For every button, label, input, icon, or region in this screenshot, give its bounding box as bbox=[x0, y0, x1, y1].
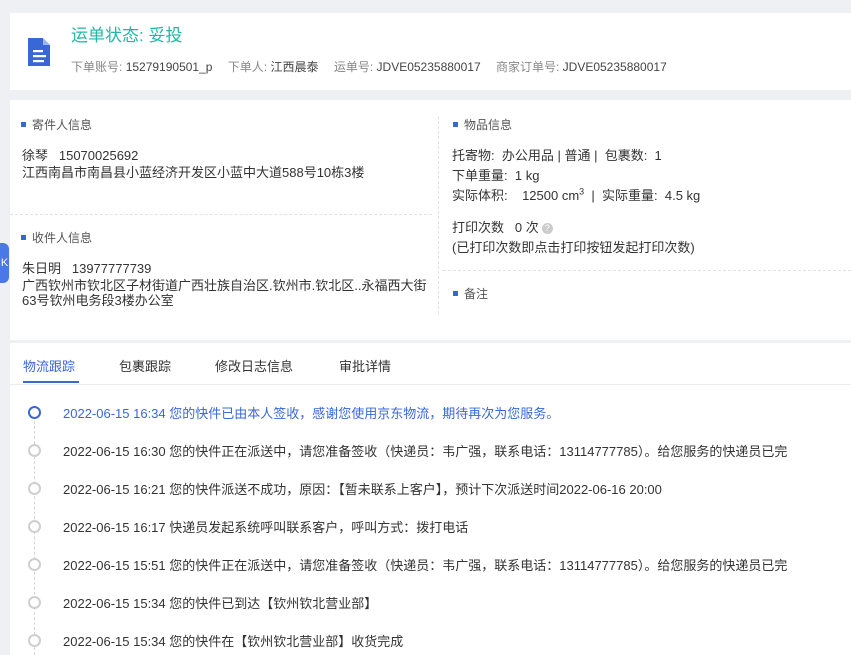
tab-package-tracking[interactable]: 包裹跟踪 bbox=[119, 356, 171, 375]
timeline-item: 2022-06-15 16:21 您的快件派送不成功，原因：【暂未联系上客户】，… bbox=[10, 479, 851, 499]
shipment-info-card: 寄件人信息 徐琴 15070025692 江西南昌市南昌县小蓝经济开发区小蓝中大… bbox=[10, 100, 851, 340]
divider bbox=[443, 270, 851, 271]
print-count-value: 0 次 bbox=[514, 220, 539, 235]
timeline-dot-icon bbox=[28, 520, 41, 533]
sender-section-title: 寄件人信息 bbox=[21, 116, 92, 133]
timeline-dot-icon bbox=[28, 558, 41, 571]
order-weight-line: 下单重量: 1 kg bbox=[452, 168, 540, 183]
actual-weight-value: 4.5 kg bbox=[664, 188, 701, 203]
tab-bar: 物流跟踪 包裹跟踪 修改日志信息 审批详情 bbox=[10, 343, 851, 385]
column-divider bbox=[438, 116, 439, 314]
section-marker-icon bbox=[21, 122, 26, 128]
orderer-label: 下单人: bbox=[227, 60, 268, 74]
goods-section-title: 物品信息 bbox=[453, 116, 512, 133]
document-icon bbox=[28, 38, 50, 66]
sender-phone: 15070025692 bbox=[58, 148, 139, 163]
sender-name: 徐琴 bbox=[22, 148, 49, 163]
tab-logistics-tracking[interactable]: 物流跟踪 bbox=[23, 356, 75, 375]
timeline-dot-icon bbox=[28, 482, 41, 495]
receiver-name: 朱日明 bbox=[22, 261, 62, 276]
receiver-address: 广西钦州市钦北区子材街道广西壮族自治区.钦州市.钦北区..永福西大街63号钦州电… bbox=[22, 278, 427, 308]
timeline-item: 2022-06-15 15:51 您的快件正在派送中，请您准备签收（快递员：韦广… bbox=[10, 555, 851, 575]
tracking-card: 物流跟踪 包裹跟踪 修改日志信息 审批详情 2022-06-15 16:34 您… bbox=[10, 343, 851, 655]
goods-item-line: 托寄物: 办公用品 | 普通 | 包裹数: 1 bbox=[452, 148, 662, 163]
timeline-item: 2022-06-15 16:34 您的快件已由本人签收，感谢您使用京东物流，期待… bbox=[10, 403, 851, 423]
active-tab-indicator bbox=[23, 381, 79, 383]
tab-change-log[interactable]: 修改日志信息 bbox=[215, 356, 293, 375]
volume-weight-line: 实际体积: 12500 cm3 | 实际重量: 4.5 kg bbox=[452, 186, 701, 203]
order-weight-value: 1 kg bbox=[514, 168, 540, 183]
timeline-item: 2022-06-15 15:34 您的快件在【钦州钦北营业部】收货完成 bbox=[10, 631, 851, 651]
receiver-contact: 朱日明 13977777739 bbox=[22, 258, 151, 277]
account-value: 15279190501_p bbox=[125, 60, 213, 74]
timeline-dot-icon bbox=[28, 406, 41, 419]
timeline-item: 2022-06-15 16:17 快递员发起系统呼叫联系客户，呼叫方式：拨打电话 bbox=[10, 517, 851, 537]
waybill-value: JDVE05235880017 bbox=[376, 60, 481, 74]
timeline-item: 2022-06-15 15:34 您的快件已到达【钦州钦北营业部】 bbox=[10, 593, 851, 613]
timeline-dot-icon bbox=[28, 444, 41, 457]
sender-contact: 徐琴 15070025692 bbox=[22, 145, 138, 164]
order-header-card: 运单状态: 妥投 下单账号: 15279190501_p 下单人: 江西晨泰 运… bbox=[10, 13, 851, 90]
account-label: 下单账号: bbox=[71, 60, 123, 74]
receiver-phone: 13977777739 bbox=[71, 261, 152, 276]
section-marker-icon bbox=[453, 291, 458, 297]
receiver-section-title: 收件人信息 bbox=[21, 229, 92, 246]
section-marker-icon bbox=[453, 122, 458, 128]
side-collapse-tab[interactable]: K bbox=[0, 243, 9, 283]
order-meta: 下单账号: 15279190501_p 下单人: 江西晨泰 运单号: JDVE0… bbox=[71, 58, 667, 75]
tab-approval-details[interactable]: 审批详情 bbox=[339, 356, 391, 375]
sender-address: 江西南昌市南昌县小蓝经济开发区小蓝中大道588号10栋3楼 bbox=[22, 165, 365, 180]
goods-item-value: 办公用品 | 普通 bbox=[501, 148, 591, 163]
timeline-dot-icon bbox=[28, 634, 41, 647]
merchant-order-label: 商家订单号: bbox=[495, 60, 560, 74]
volume-value: 12500 cm bbox=[522, 188, 580, 203]
divider bbox=[10, 214, 432, 215]
help-icon[interactable]: ? bbox=[541, 223, 553, 235]
print-note: (已打印次数即点击打印按钮发起打印次数) bbox=[452, 240, 695, 255]
waybill-status: 运单状态: 妥投 bbox=[71, 26, 183, 45]
waybill-label: 运单号: bbox=[333, 60, 374, 74]
orderer-value: 江西晨泰 bbox=[270, 60, 319, 74]
section-marker-icon bbox=[21, 235, 26, 241]
package-count: 1 bbox=[654, 148, 662, 163]
timeline-dot-icon bbox=[28, 596, 41, 609]
merchant-order-value: JDVE05235880017 bbox=[562, 60, 667, 74]
remark-section-title: 备注 bbox=[453, 285, 488, 302]
print-count-line: 打印次数 0 次? bbox=[452, 217, 553, 236]
timeline-item: 2022-06-15 16:30 您的快件正在派送中，请您准备签收（快递员：韦广… bbox=[10, 441, 851, 461]
